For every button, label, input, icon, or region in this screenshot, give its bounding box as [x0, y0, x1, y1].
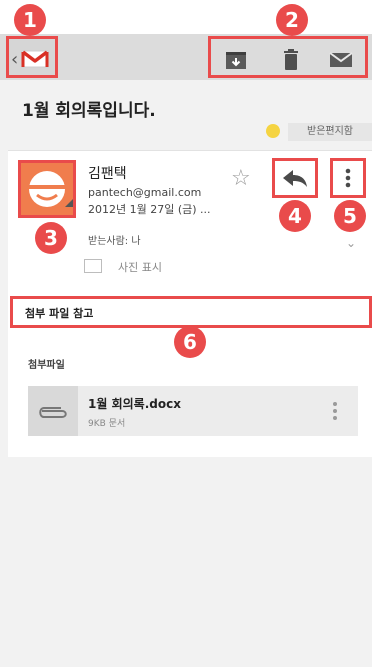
- envelope-icon[interactable]: [329, 49, 353, 71]
- reply-icon: [283, 170, 307, 187]
- inbox-label[interactable]: 받은편지함: [288, 123, 372, 141]
- gmail-logo-button[interactable]: ‹: [6, 36, 58, 78]
- top-strip: [0, 0, 372, 34]
- attachment-icon-box: [28, 386, 78, 436]
- callout-badge-6: 6: [174, 326, 206, 358]
- more-vertical-icon[interactable]: [332, 400, 338, 422]
- callout-badge-2: 2: [276, 4, 308, 36]
- callout-badge-3: 3: [35, 222, 67, 254]
- callout-badge-4: 4: [279, 200, 311, 232]
- paperclip-icon: [39, 407, 67, 418]
- more-vertical-icon: [345, 168, 351, 188]
- reply-button[interactable]: [272, 158, 318, 198]
- callout-badge-5: 5: [334, 200, 366, 232]
- attachment-name: 1월 회의록.docx: [88, 397, 181, 411]
- recipient-line[interactable]: 받는사람: 나: [88, 232, 141, 247]
- attachments-title: 첨부파일: [28, 360, 65, 371]
- star-icon[interactable]: ☆: [231, 166, 251, 191]
- message-subject: 1월 회의록입니다.: [22, 101, 156, 121]
- back-icon[interactable]: ‹: [11, 49, 18, 70]
- message-body: 첨부 파일 참고: [10, 296, 372, 328]
- attachment-item[interactable]: 1월 회의록.docx 9KB 문서: [28, 386, 358, 436]
- callout-badge-1: 1: [14, 4, 46, 36]
- email-screen: ‹ 1월 회의록입니다. 받은편지함 김팬택 pantech@gmail.com…: [0, 0, 372, 667]
- chevron-down-icon[interactable]: ⌄: [346, 236, 356, 250]
- trash-icon[interactable]: [279, 49, 303, 71]
- sender-name: 김팬택: [88, 166, 127, 182]
- show-images-label: 사진 표시: [118, 261, 162, 274]
- gmail-icon: [21, 50, 49, 68]
- archive-icon[interactable]: [224, 49, 248, 71]
- sender-avatar[interactable]: [18, 160, 76, 218]
- label-dot-icon: [266, 124, 280, 138]
- sender-email: pantech@gmail.com: [88, 186, 202, 199]
- image-icon: [84, 259, 102, 273]
- sender-date: 2012년 1월 27일 (금) ...: [88, 203, 211, 216]
- more-options-button[interactable]: [330, 158, 366, 198]
- message-body-text: 첨부 파일 참고: [25, 307, 94, 320]
- message-actions: [208, 36, 368, 78]
- attachment-meta: 9KB 문서: [88, 419, 126, 429]
- avatar-icon: [29, 171, 73, 207]
